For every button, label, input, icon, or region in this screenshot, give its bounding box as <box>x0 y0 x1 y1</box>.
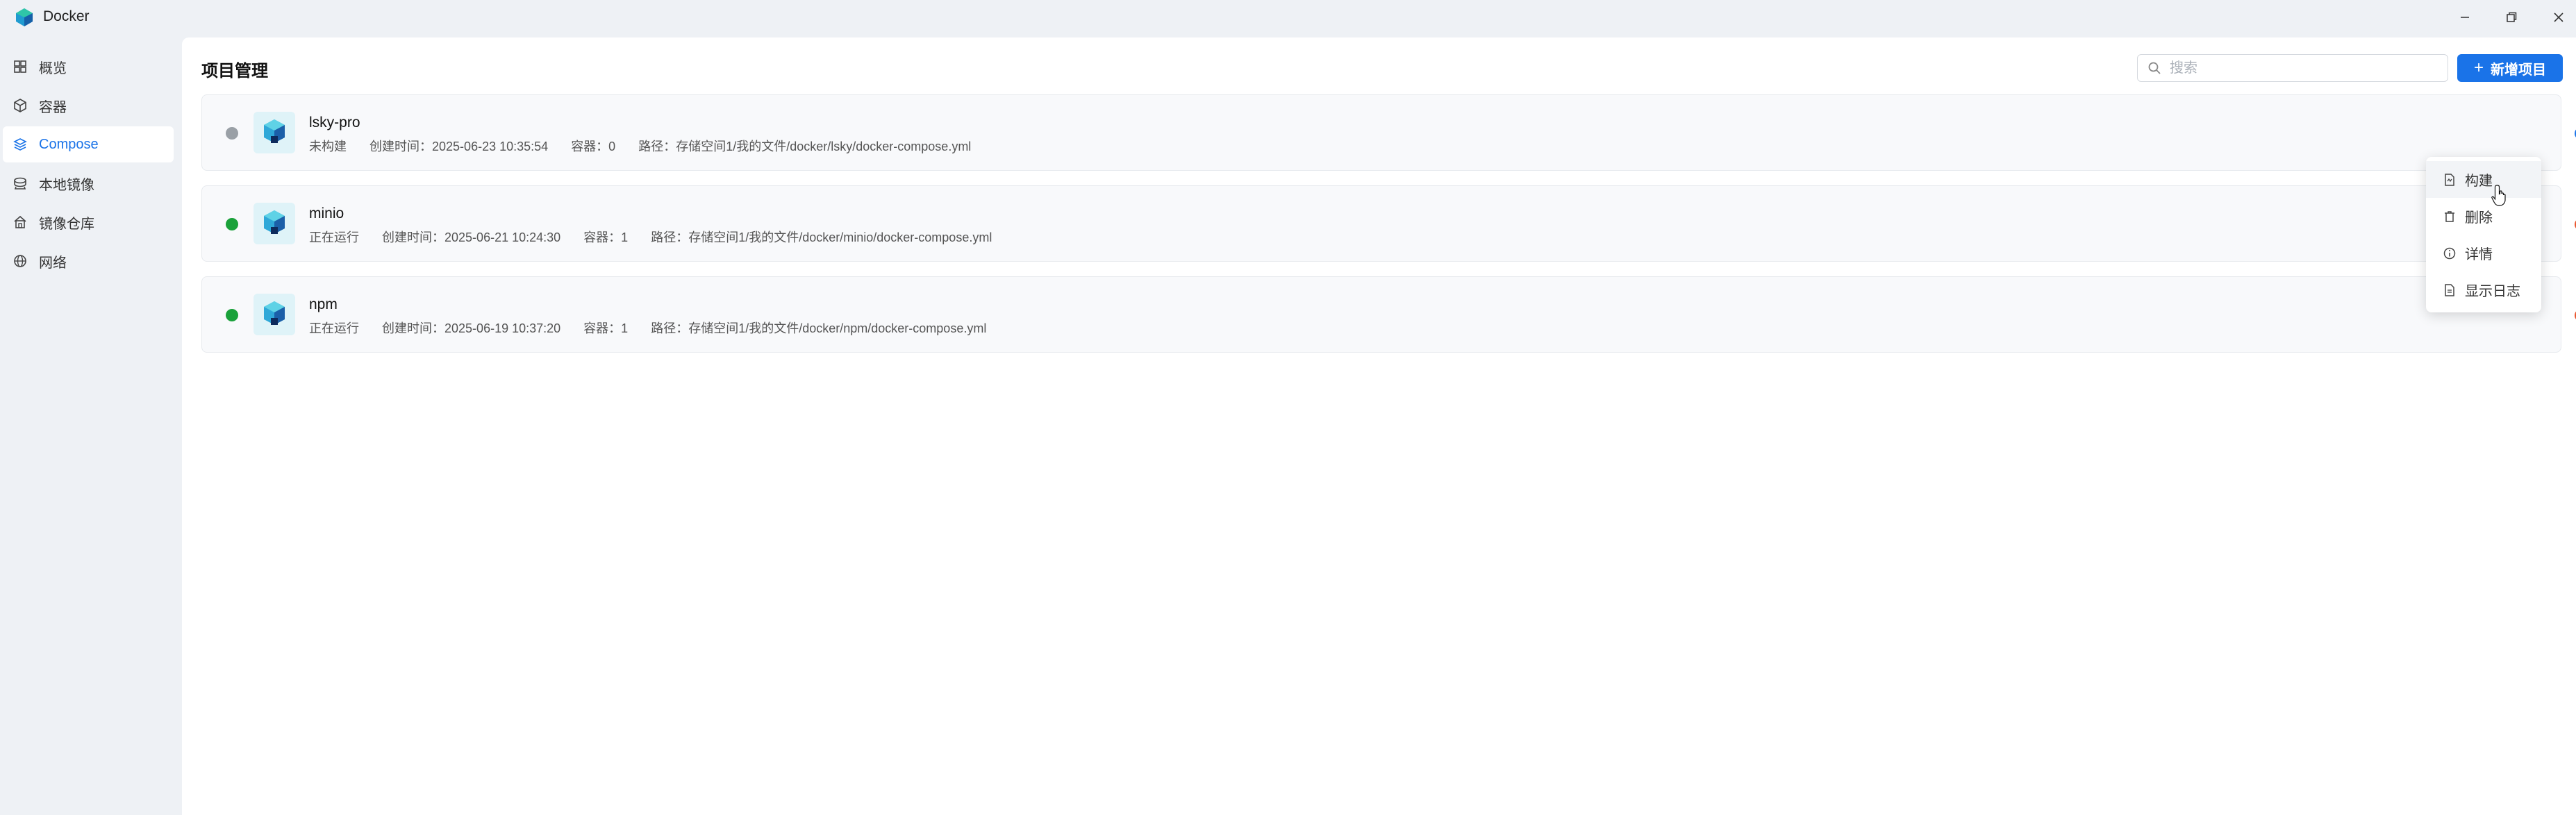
menu-item-label: 构建 <box>2465 174 2493 189</box>
power-icon <box>2575 220 2576 228</box>
search-box[interactable] <box>2137 54 2448 82</box>
sidebar-item-network[interactable]: 网络 <box>3 243 174 279</box>
box-icon <box>13 98 28 113</box>
app-title: Docker <box>43 8 90 24</box>
restore-button[interactable] <box>2498 6 2525 29</box>
sidebar-item-image-registry[interactable]: 镜像仓库 <box>3 204 174 240</box>
menu-item-show-logs[interactable]: 显示日志 <box>2426 271 2541 308</box>
menu-item-details[interactable]: 详情 <box>2426 235 2541 271</box>
compose-project-icon <box>254 112 295 153</box>
sidebar-item-overview[interactable]: 概览 <box>3 49 174 85</box>
search-icon <box>2148 62 2161 74</box>
project-path: 路径：存储空间1/我的文件/docker/minio/docker-compos… <box>651 230 992 244</box>
menu-item-delete[interactable]: 删除 <box>2426 198 2541 235</box>
project-containers: 容器：1 <box>583 321 629 335</box>
minimize-icon <box>2461 17 2469 18</box>
sidebar-item-compose[interactable]: Compose <box>3 126 174 162</box>
project-path: 路径：存储空间1/我的文件/docker/npm/docker-compose.… <box>651 321 987 335</box>
sidebar-item-label: Compose <box>39 136 99 152</box>
project-row[interactable]: lsky-pro 未构建 创建时间：2025-06-23 10:35:54 容器… <box>201 94 2576 171</box>
sidebar: 概览 容器 Compose 本地镜像 镜像仓库 网络 <box>0 49 182 282</box>
restore-icon <box>2507 12 2517 22</box>
trash-icon <box>2445 210 2454 222</box>
layers-icon <box>13 137 28 152</box>
project-name[interactable]: npm <box>309 296 338 313</box>
project-status: 正在运行 <box>309 321 359 335</box>
menu-item-build[interactable]: 构建 <box>2426 161 2541 198</box>
info-icon <box>2443 247 2456 259</box>
power-button[interactable] <box>2570 305 2576 326</box>
menu-item-label: 详情 <box>2465 247 2493 262</box>
project-meta: 未构建 创建时间：2025-06-23 10:35:54 容器：0 路径：存储空… <box>309 137 990 155</box>
status-dot <box>226 127 238 140</box>
log-file-icon <box>2445 283 2454 296</box>
project-created: 创建时间：2025-06-19 10:37:20 <box>382 321 561 335</box>
project-meta: 正在运行 创建时间：2025-06-21 10:24:30 容器：1 路径：存储… <box>309 228 1011 246</box>
compose-project-icon <box>254 203 295 244</box>
page-title: 项目管理 <box>201 62 268 81</box>
menu-item-label: 显示日志 <box>2465 284 2520 299</box>
plus-icon: + <box>2473 58 2484 77</box>
project-containers: 容器：0 <box>571 140 616 153</box>
power-button[interactable] <box>2570 123 2576 144</box>
sidebar-item-local-images[interactable]: 本地镜像 <box>3 165 174 201</box>
project-name[interactable]: lsky-pro <box>309 115 360 131</box>
sidebar-item-label: 镜像仓库 <box>39 216 94 232</box>
build-file-icon <box>2445 173 2454 186</box>
search-input[interactable] <box>2170 56 2434 81</box>
grid-icon <box>13 59 28 74</box>
sidebar-item-containers[interactable]: 容器 <box>3 87 174 124</box>
close-icon <box>2554 12 2563 22</box>
sidebar-item-label: 本地镜像 <box>39 177 94 193</box>
compose-project-icon <box>254 294 295 335</box>
project-status: 未构建 <box>309 140 347 153</box>
globe-icon <box>13 253 28 269</box>
add-project-button[interactable]: + 新增项目 <box>2457 54 2563 82</box>
disk-icon <box>13 176 28 191</box>
menu-item-label: 删除 <box>2465 210 2493 226</box>
project-status: 正在运行 <box>309 230 359 244</box>
docker-logo-icon <box>14 7 35 28</box>
power-icon <box>2575 129 2576 137</box>
project-name[interactable]: minio <box>309 205 344 222</box>
project-row[interactable]: minio 正在运行 创建时间：2025-06-21 10:24:30 容器：1… <box>201 185 2576 262</box>
add-project-label: 新增项目 <box>2491 62 2546 78</box>
project-path: 路径：存储空间1/我的文件/docker/lsky/docker-compose… <box>638 140 972 153</box>
context-menu: 构建 删除 详情 显示日志 <box>2426 157 2541 312</box>
hand-cursor-icon <box>2491 183 2509 208</box>
project-created: 创建时间：2025-06-21 10:24:30 <box>382 230 561 244</box>
project-meta: 正在运行 创建时间：2025-06-19 10:37:20 容器：1 路径：存储… <box>309 319 1006 337</box>
project-row[interactable]: npm 正在运行 创建时间：2025-06-19 10:37:20 容器：1 路… <box>201 276 2576 353</box>
project-created: 创建时间：2025-06-23 10:35:54 <box>369 140 549 153</box>
sidebar-item-label: 容器 <box>39 99 67 115</box>
status-dot <box>226 309 238 321</box>
status-dot <box>226 218 238 230</box>
main-panel: 项目管理 + 新增项目 lsky-pro 未构建 创建时间：2025-06-23… <box>182 37 2576 815</box>
sidebar-item-label: 网络 <box>39 255 67 271</box>
home-icon <box>13 215 28 230</box>
close-button[interactable] <box>2545 6 2573 29</box>
title-bar: Docker <box>0 0 2576 35</box>
power-button[interactable] <box>2570 214 2576 235</box>
project-containers: 容器：1 <box>583 230 629 244</box>
sidebar-item-label: 概览 <box>39 60 67 76</box>
minimize-button[interactable] <box>2451 6 2479 29</box>
power-icon <box>2575 311 2576 319</box>
